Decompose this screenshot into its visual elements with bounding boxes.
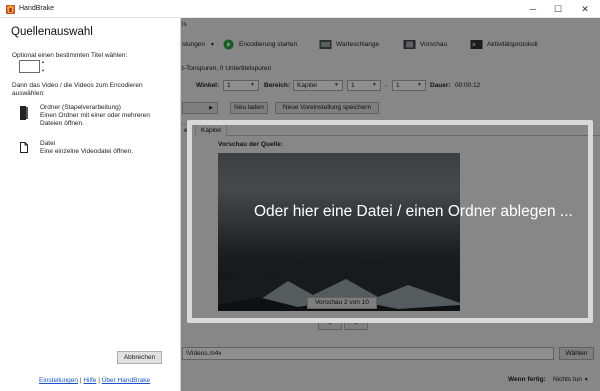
panel-title: Quellenauswahl bbox=[11, 26, 93, 38]
select-instruction: Dann das Video / die Videos zum Encodier… bbox=[12, 82, 143, 97]
minimize-button[interactable]: ─ bbox=[520, 0, 546, 18]
drop-zone-text: Oder hier eine Datei / einen Ordner able… bbox=[254, 203, 573, 220]
link-separator: | bbox=[79, 377, 82, 384]
folder-option-title: Ordner (Stapelverarbeitung) bbox=[40, 104, 121, 111]
file-option-title: Datei bbox=[40, 140, 56, 147]
cancel-button[interactable]: Abbrechen bbox=[117, 351, 162, 364]
folder-icon bbox=[20, 106, 28, 120]
file-icon bbox=[20, 142, 28, 153]
source-selection-panel: Quellenauswahl Optional einen bestimmten… bbox=[0, 18, 181, 391]
footer-links: Einstellungen | Hilfe | Über HandBrake bbox=[39, 377, 150, 384]
help-link[interactable]: Hilfe bbox=[83, 377, 96, 384]
spin-up-icon[interactable]: ▲ bbox=[41, 60, 45, 64]
drop-zone[interactable]: Oder hier eine Datei / einen Ordner able… bbox=[187, 120, 593, 323]
maximize-button[interactable]: ☐ bbox=[545, 0, 571, 18]
title-bar: HandBrake ─ ☐ ✕ bbox=[0, 0, 600, 18]
about-link[interactable]: Über HandBrake bbox=[102, 377, 150, 384]
window-title: HandBrake bbox=[19, 5, 55, 12]
title-number-input[interactable] bbox=[19, 60, 40, 73]
title-prompt: Optional einen bestimmten Titel wählen: bbox=[12, 52, 128, 59]
link-separator: | bbox=[98, 377, 100, 384]
spin-down-icon[interactable]: ▼ bbox=[41, 69, 45, 73]
close-button[interactable]: ✕ bbox=[572, 0, 598, 18]
folder-option-desc: Einen Ordner mit einer oder mehreren Dat… bbox=[40, 112, 150, 127]
settings-link[interactable]: Einstellungen bbox=[39, 377, 78, 384]
handbrake-logo-icon bbox=[6, 5, 15, 14]
file-option-desc: Eine einzelne Videodatei öffnen. bbox=[40, 148, 134, 155]
